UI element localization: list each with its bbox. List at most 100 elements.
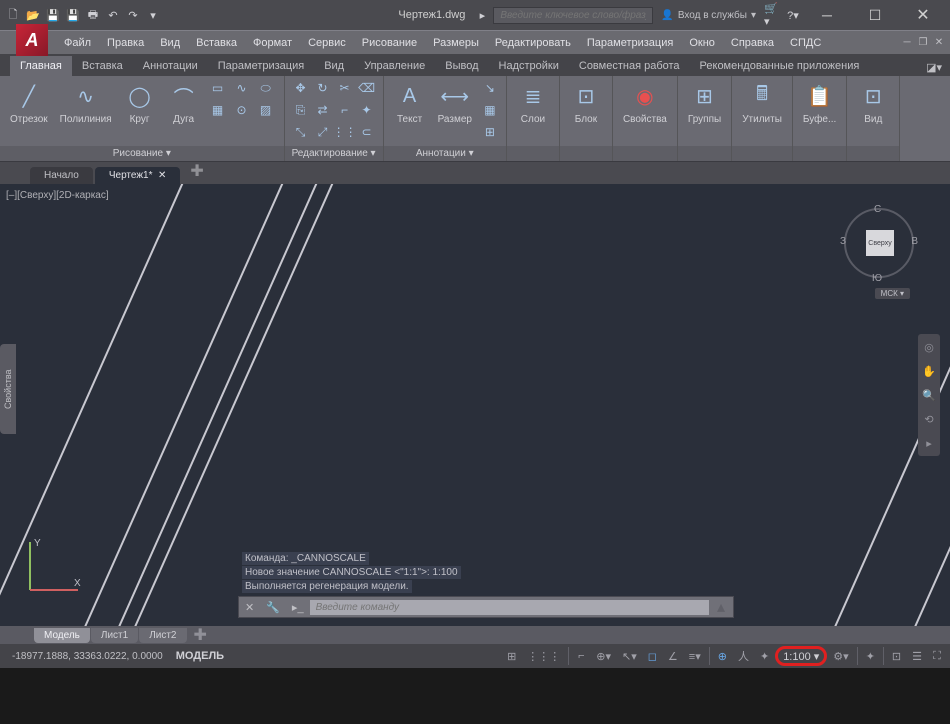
qat-open-icon[interactable]: 📂 [24,6,42,24]
mdi-close-icon[interactable]: ✕ [932,36,946,50]
dimension-button[interactable]: ⟷Размер [434,78,476,127]
filetab-add[interactable]: ✚ [182,158,211,184]
cmdline-close-icon[interactable]: ✕ [239,601,260,614]
mirror-icon[interactable]: ⇄ [313,100,333,120]
close-button[interactable]: ✕ [900,0,946,30]
filetab-drawing[interactable]: Чертеж1* ✕ [95,167,181,184]
cmdline-history-icon[interactable]: ▴ [709,597,733,617]
clipboard-button[interactable]: 📋Буфе... [799,78,840,127]
maximize-button[interactable]: ☐ [852,0,898,30]
menu-view[interactable]: Вид [152,33,188,53]
panel-modify-title[interactable]: Редактирование ▾ [285,146,383,161]
login-button[interactable]: 👤 Вход в службы▾ [655,10,762,21]
explode-icon[interactable]: ✦ [357,100,377,120]
layouttab-model[interactable]: Модель [34,628,90,643]
menu-window[interactable]: Окно [681,33,723,53]
block-button[interactable]: ⊡Блок [566,78,606,127]
offset-icon[interactable]: ⊂ [357,122,377,142]
tab-insert[interactable]: Вставка [72,56,133,76]
cleanscreen-icon[interactable]: ⊡ [887,646,906,666]
tab-annotate[interactable]: Аннотации [133,56,208,76]
panel-annotation-title[interactable]: Аннотации ▾ [384,146,506,161]
ribbon-expand-icon[interactable]: ◪▾ [918,59,950,76]
qat-undo-icon[interactable]: ↶ [104,6,122,24]
viewport-label[interactable]: [–][Сверху][2D-каркас] [6,190,109,201]
groups-button[interactable]: ⊞Группы [684,78,725,127]
lineweight-icon[interactable]: ≡▾ [684,646,706,666]
pan-icon[interactable]: ✋ [920,362,938,380]
qat-new-icon[interactable]: 🗋 [4,6,22,24]
showmotion-icon[interactable]: ▸ [920,434,938,452]
move-icon[interactable]: ✥ [291,78,311,98]
properties-palette[interactable]: Свойства [0,344,16,434]
drawing-canvas[interactable]: [–][Сверху][2D-каркас] Свойства Сверху С… [0,184,950,626]
polar-icon[interactable]: ⊕▾ [591,646,616,666]
copy-icon[interactable]: ⎘ [291,100,311,120]
menu-insert[interactable]: Вставка [188,33,245,53]
utilities-button[interactable]: 🖩Утилиты [738,78,786,127]
menu-draw[interactable]: Рисование [354,33,425,53]
mdi-restore-icon[interactable]: ❐ [916,36,930,50]
scale-icon[interactable]: ⤢ [313,122,333,142]
model-button[interactable]: МОДЕЛЬ [171,646,229,666]
text-button[interactable]: AТекст [390,78,430,127]
menu-service[interactable]: Сервис [300,33,354,53]
menu-help[interactable]: Справка [723,33,782,53]
cmdline-custom-icon[interactable]: 🔧 [260,601,286,614]
arc-button[interactable]: ⌒Дуга [164,78,204,127]
tab-home[interactable]: Главная [10,56,72,76]
steering-wheel-icon[interactable]: ◎ [920,338,938,356]
polyline-button[interactable]: ∿Полилиния [56,78,116,127]
exchange-icon[interactable]: 🛒▾ [764,6,782,24]
layouttab-add[interactable]: ✚ [188,623,213,647]
autoscale-icon[interactable]: 人 [733,646,754,666]
ortho-icon[interactable]: ⌐ [572,646,590,666]
tab-parametric[interactable]: Параметризация [208,56,314,76]
qat-saveas-icon[interactable]: 💾 [64,6,82,24]
annomonitor-icon[interactable]: ⊕ [713,646,732,666]
search-input[interactable] [493,7,653,24]
viewcube-top[interactable]: Сверху [866,230,894,256]
erase-icon[interactable]: ⌫ [357,78,377,98]
tab-view[interactable]: Вид [314,56,354,76]
point-icon[interactable]: ⊙ [232,100,252,120]
circle-button[interactable]: ◯Круг [120,78,160,127]
otrack-icon[interactable]: ∠ [663,646,683,666]
properties-button[interactable]: ◉Свойства [619,78,671,127]
customize-icon[interactable]: ☰ [907,646,927,666]
qat-redo-icon[interactable]: ↷ [124,6,142,24]
rect-icon[interactable]: ▭ [208,78,228,98]
fillet-icon[interactable]: ⌐ [335,100,355,120]
tab-addins[interactable]: Надстройки [489,56,569,76]
array-icon[interactable]: ⋮⋮ [335,122,355,142]
hatch-icon[interactable]: ▦ [208,100,228,120]
layers-button[interactable]: ≣Слои [513,78,553,127]
region-icon[interactable]: ▨ [256,100,276,120]
workspace-icon[interactable]: ✦ [861,646,880,666]
leader-icon[interactable]: ↘ [480,78,500,98]
line-button[interactable]: ╱Отрезок [6,78,52,127]
coordinates[interactable]: -18977.1888, 33363.0222, 0.0000 [4,651,171,662]
command-input[interactable] [310,600,709,615]
view-button[interactable]: ⊡Вид [853,78,893,127]
menu-format[interactable]: Формат [245,33,300,53]
qat-print-icon[interactable]: 🖶 [84,6,102,24]
grid-icon[interactable]: ⊞ [502,646,521,666]
menu-file[interactable]: Файл [56,33,99,53]
panel-draw-title[interactable]: Рисование ▾ [0,146,284,161]
qat-more-icon[interactable]: ▾ [144,6,162,24]
tab-featured[interactable]: Рекомендованные приложения [690,56,870,76]
minimize-button[interactable]: ─ [804,0,850,30]
zoom-icon[interactable]: 🔍 [920,386,938,404]
wcs-label[interactable]: МСК ▾ [875,288,910,299]
layouttab-layout1[interactable]: Лист1 [91,628,138,643]
isodraft-icon[interactable]: ↖▾ [617,646,642,666]
spline-icon[interactable]: ∿ [232,78,252,98]
osnap-icon[interactable]: ◻ [643,646,662,666]
menu-parametric[interactable]: Параметризация [579,33,681,53]
menu-dimensions[interactable]: Размеры [425,33,487,53]
help-icon[interactable]: ?▾ [784,6,802,24]
layouttab-layout2[interactable]: Лист2 [139,628,186,643]
stretch-icon[interactable]: ⤡ [291,122,311,142]
rotate-icon[interactable]: ↻ [313,78,333,98]
